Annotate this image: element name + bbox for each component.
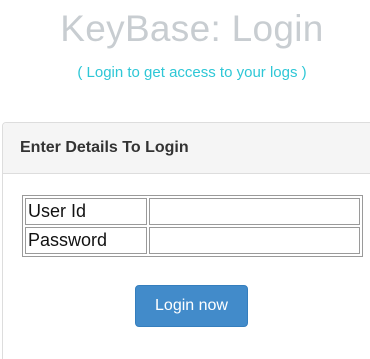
password-input[interactable]	[150, 228, 359, 253]
page-title: KeyBase: Login	[60, 8, 324, 49]
password-cell	[149, 227, 360, 254]
panel-heading: Enter Details To Login	[3, 123, 370, 174]
userid-cell	[149, 198, 360, 225]
login-panel: Enter Details To Login User Id Password …	[2, 122, 370, 359]
userid-input[interactable]	[150, 199, 359, 224]
userid-row: User Id	[25, 198, 360, 225]
userid-label: User Id	[25, 198, 147, 225]
login-table: User Id Password	[22, 195, 363, 257]
login-page: KeyBase: Login ( Login to get access to …	[0, 0, 370, 359]
password-label: Password	[25, 227, 147, 254]
login-now-button[interactable]: Login now	[135, 285, 248, 327]
page-subtitle: ( Login to get access to your logs )	[77, 64, 307, 81]
password-row: Password	[25, 227, 360, 254]
